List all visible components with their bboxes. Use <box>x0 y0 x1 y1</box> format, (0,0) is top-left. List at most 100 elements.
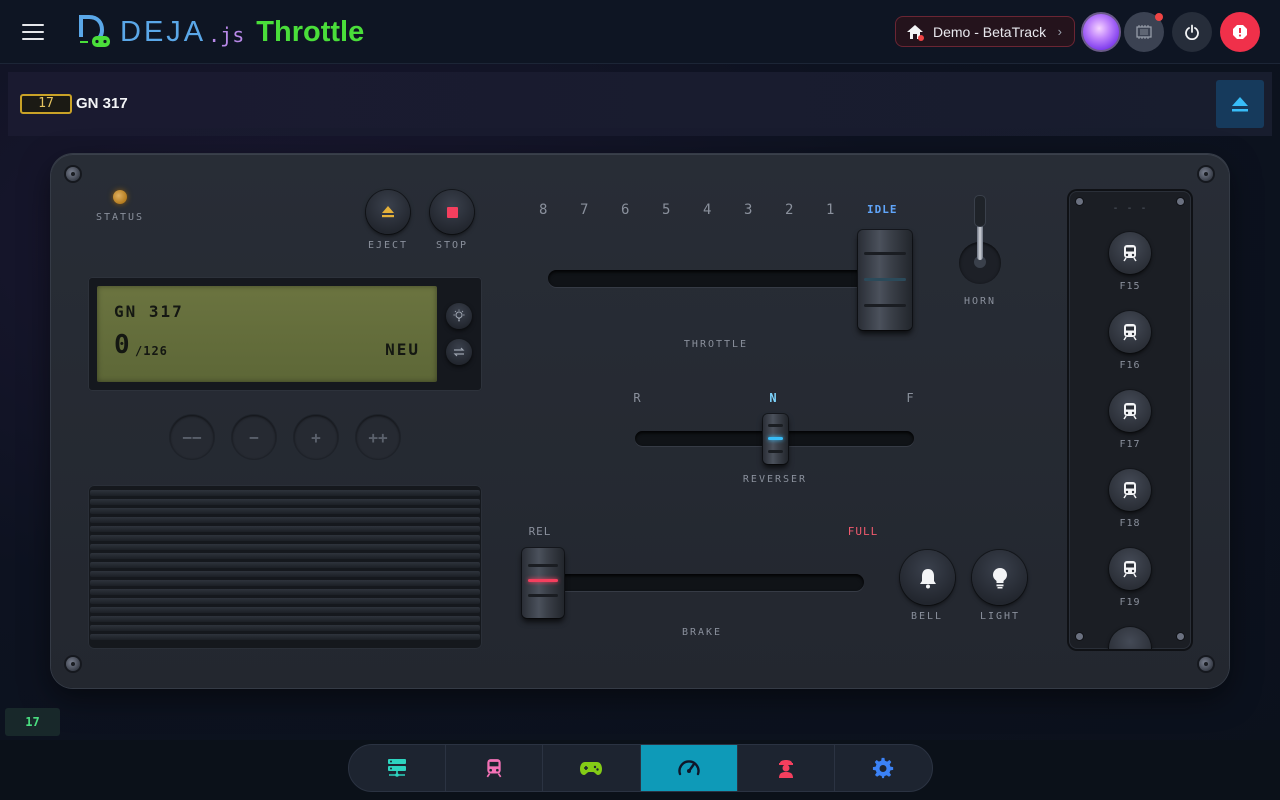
throttle-label: THROTTLE <box>683 339 749 350</box>
function-label: F17 <box>1119 439 1141 450</box>
function-label: F19 <box>1119 597 1141 608</box>
bottom-navigation <box>348 744 933 792</box>
function-button-f15[interactable] <box>1109 232 1151 274</box>
lcd-loco-name: GN 317 <box>114 302 184 321</box>
function-button-partial[interactable] <box>1109 627 1151 649</box>
eject-button[interactable] <box>366 190 410 234</box>
throttle-notch: 8 <box>539 202 548 218</box>
function-label: F18 <box>1119 518 1141 529</box>
logo-suffix: .js <box>208 23 245 47</box>
layout-selector[interactable]: Demo - BetaTrack › <box>895 16 1075 47</box>
brake-rel-label: REL <box>528 525 552 538</box>
brake-handle[interactable] <box>522 548 564 618</box>
lcd-speed: 0 <box>114 330 130 360</box>
throttle-notch: 7 <box>580 202 589 218</box>
speed-up-fast-button[interactable]: ++ <box>356 415 400 459</box>
throttle-notch: 2 <box>785 202 794 218</box>
function-button-f18[interactable] <box>1109 469 1151 511</box>
function-panel[interactable]: - - - F15 F16 F17 F18 F19 <box>1069 191 1191 649</box>
train-icon <box>1123 482 1137 499</box>
app-logo[interactable]: DEJA .js Throttle <box>76 13 364 51</box>
swap-direction-button[interactable] <box>446 339 472 365</box>
horn-label: HORN <box>963 296 997 307</box>
horn-lever[interactable] <box>958 196 1002 284</box>
home-icon <box>906 24 924 41</box>
speed-up-button[interactable]: + <box>294 415 338 459</box>
panel-screw <box>1076 633 1083 640</box>
gear-icon <box>873 757 894 779</box>
throttle-track[interactable] <box>548 270 868 287</box>
reverser-handle[interactable] <box>763 414 788 464</box>
nav-throttle[interactable] <box>640 745 738 791</box>
eject-loco-button[interactable] <box>1216 80 1264 128</box>
brake-track[interactable] <box>540 574 864 591</box>
engineer-icon <box>778 760 793 778</box>
alert-dot <box>918 34 924 41</box>
reverser-n-label: N <box>769 391 779 405</box>
deja-logo-icon <box>76 15 112 49</box>
stop-button[interactable] <box>430 190 474 234</box>
throttle-handle[interactable] <box>858 230 912 330</box>
swap-arrows-icon <box>453 347 465 357</box>
panel-screw <box>1199 167 1213 181</box>
power-icon <box>1185 24 1199 40</box>
bell-button[interactable] <box>900 550 955 605</box>
throttle-idle-label: IDLE <box>867 203 898 216</box>
light-button[interactable] <box>972 550 1027 605</box>
top-bar: DEJA .js Throttle Demo - BetaTrack › <box>0 0 1280 64</box>
train-icon <box>1123 561 1137 578</box>
speed-down-fast-button[interactable]: −− <box>170 415 214 459</box>
status-led <box>113 190 127 204</box>
emergency-stop-button[interactable] <box>1220 12 1260 52</box>
horn-grip <box>975 196 985 226</box>
active-address-tag[interactable]: 17 <box>5 708 60 736</box>
cpu-chip-icon <box>1136 25 1152 39</box>
speedometer-icon <box>677 760 700 776</box>
brake-label: BRAKE <box>681 627 723 638</box>
reverser-label: REVERSER <box>742 474 808 485</box>
panel-screw <box>66 657 80 671</box>
function-label: F16 <box>1119 360 1141 371</box>
eject-icon <box>382 206 394 218</box>
nav-conductor[interactable] <box>543 745 641 791</box>
nav-settings[interactable] <box>835 745 932 791</box>
lightbulb-icon <box>453 309 465 322</box>
reverser-f-label: F <box>906 391 916 405</box>
function-button-f16[interactable] <box>1109 311 1151 353</box>
backlight-button[interactable] <box>446 303 472 329</box>
logo-name: DEJA <box>120 15 207 48</box>
lcd-max-speed: /126 <box>135 344 168 358</box>
nav-engineer[interactable] <box>738 745 835 791</box>
train-icon <box>1123 324 1137 341</box>
loco-name[interactable]: GN 317 <box>76 95 128 112</box>
train-icon <box>486 759 502 778</box>
throttle-notch: 6 <box>621 202 630 218</box>
light-label: LIGHT <box>979 611 1021 622</box>
function-button-f17[interactable] <box>1109 390 1151 432</box>
throttle-notch: 4 <box>703 202 712 218</box>
function-label: F15 <box>1119 281 1141 292</box>
nav-layout[interactable] <box>349 745 447 791</box>
eject-label: EJECT <box>367 240 409 251</box>
lcd-display: GN 317 0 /126 NEU <box>97 286 437 382</box>
hamburger-menu-icon[interactable] <box>18 18 50 46</box>
train-icon <box>1123 403 1137 420</box>
power-button[interactable] <box>1172 12 1212 52</box>
dcc-ex-button[interactable] <box>1124 12 1164 52</box>
status-label: STATUS <box>95 212 145 223</box>
speed-down-button[interactable]: − <box>232 415 276 459</box>
panel-screw <box>1199 657 1213 671</box>
server-icon <box>388 759 407 777</box>
loco-address-badge[interactable]: 17 <box>20 94 72 114</box>
stop-icon <box>446 206 458 218</box>
layout-name: Demo - BetaTrack <box>933 23 1047 40</box>
loco-bar: 17 GN 317 <box>8 72 1272 136</box>
lightbulb-icon <box>992 567 1007 588</box>
throttle-notch: 3 <box>744 202 753 218</box>
function-button-f19[interactable] <box>1109 548 1151 590</box>
brake-full-label: FULL <box>847 525 879 538</box>
gamepad-icon <box>580 762 603 775</box>
nav-roster[interactable] <box>446 745 544 791</box>
user-avatar[interactable] <box>1081 12 1121 52</box>
stop-label: STOP <box>435 240 469 251</box>
